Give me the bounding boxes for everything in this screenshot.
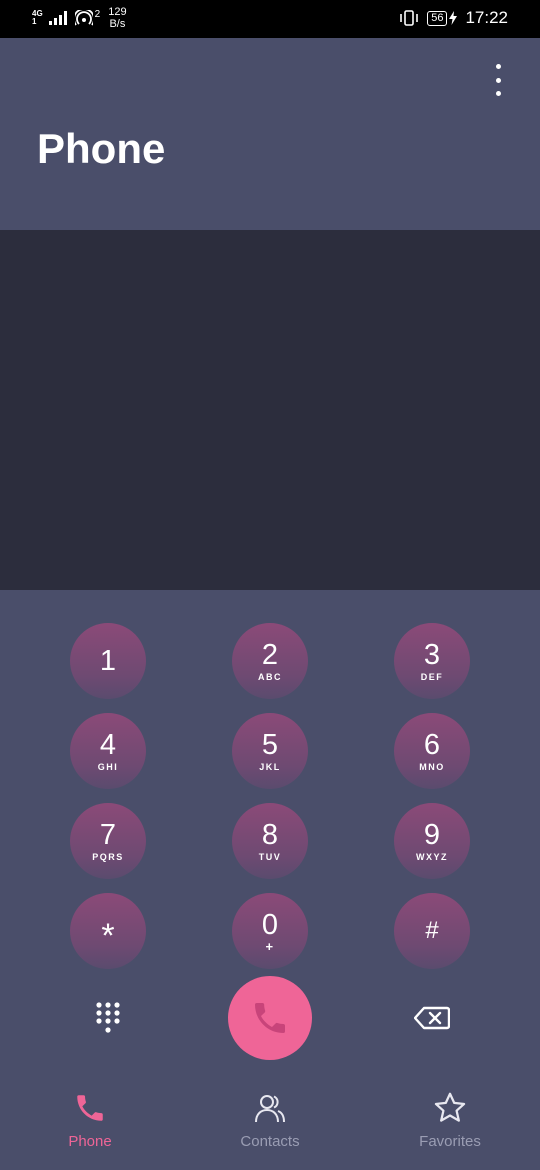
star-icon <box>432 1090 468 1126</box>
nav-item-contacts[interactable]: Contacts <box>200 1090 340 1160</box>
key-letters: MNO <box>419 762 445 772</box>
key-digit: * <box>101 917 115 955</box>
key-digit: 3 <box>423 639 441 671</box>
dial-key-5[interactable]: 5 JKL <box>232 713 308 789</box>
battery-level: 56 <box>427 10 448 26</box>
key-letters: + <box>265 939 275 954</box>
contacts-icon <box>252 1090 288 1126</box>
dial-key-star[interactable]: * <box>70 893 146 969</box>
signal-icon <box>48 11 67 25</box>
key-digit: 2 <box>261 639 279 671</box>
call-button[interactable] <box>228 976 312 1060</box>
dial-key-8[interactable]: 8 TUV <box>232 803 308 879</box>
key-digit: 7 <box>99 819 117 851</box>
key-digit: # <box>425 917 439 944</box>
page-title: Phone <box>37 125 166 172</box>
status-right: 56 17:22 <box>399 8 508 28</box>
speed-unit: B/s <box>109 18 126 30</box>
dial-key-2[interactable]: 2 ABC <box>232 623 308 699</box>
dial-key-1[interactable]: 1 <box>70 623 146 699</box>
key-letters: GHI <box>97 762 119 772</box>
status-bar: 4G 1 2 129 B/s 56 17:22 <box>0 0 540 38</box>
charging-icon <box>449 11 458 25</box>
status-left: 4G 1 2 129 B/s <box>32 6 127 30</box>
key-digit: 1 <box>99 645 117 677</box>
key-digit: 6 <box>423 729 441 761</box>
key-digit: 9 <box>423 819 441 851</box>
nav-label-phone: Phone <box>68 1133 112 1150</box>
more-vertical-icon[interactable] <box>486 64 510 96</box>
dial-key-9[interactable]: 9 WXYZ <box>394 803 470 879</box>
hotspot-count: 2 <box>94 8 101 20</box>
dial-key-3[interactable]: 3 DEF <box>394 623 470 699</box>
key-letters: WXYZ <box>416 852 448 862</box>
number-display <box>0 230 540 590</box>
clock: 17:22 <box>465 8 508 27</box>
nav-label-contacts: Contacts <box>240 1133 300 1150</box>
key-letters: TUV <box>258 852 282 862</box>
network-speed: 129 B/s <box>108 6 126 30</box>
dial-key-0[interactable]: 0 + <box>232 893 308 969</box>
dial-key-7[interactable]: 7 PQRS <box>70 803 146 879</box>
network-sub: 1 <box>32 17 37 26</box>
nav-label-favorites: Favorites <box>419 1133 481 1150</box>
key-letters: JKL <box>259 762 281 772</box>
app-bar: Phone <box>0 38 540 230</box>
dial-key-hash[interactable]: # <box>394 893 470 969</box>
key-digit: 8 <box>261 819 279 851</box>
nav-item-favorites[interactable]: Favorites <box>380 1090 520 1160</box>
phone-icon <box>255 1003 285 1033</box>
action-row <box>0 976 540 1062</box>
nav-item-phone[interactable]: Phone <box>20 1090 160 1160</box>
key-digit: 5 <box>261 729 279 761</box>
bottom-nav: Phone Contacts Favorites <box>0 1090 540 1170</box>
backspace-icon[interactable] <box>414 1006 450 1030</box>
dialpad-icon[interactable] <box>95 1001 121 1035</box>
key-digit: 4 <box>99 729 117 761</box>
key-letters: ABC <box>258 672 282 682</box>
phone-icon <box>72 1090 108 1126</box>
key-letters: PQRS <box>92 852 124 862</box>
dial-key-6[interactable]: 6 MNO <box>394 713 470 789</box>
key-digit: 0 <box>261 909 279 941</box>
dial-key-4[interactable]: 4 GHI <box>70 713 146 789</box>
key-letters: DEF <box>420 672 444 682</box>
hotspot-icon <box>74 10 93 26</box>
vibrate-icon <box>400 10 419 26</box>
dialpad: 1 2 ABC 3 DEF 4 GHI 5 JKL 6 MNO 7 PQRS 8… <box>0 590 540 980</box>
speed-value: 129 <box>108 6 127 18</box>
network-indicator: 4G 1 <box>32 10 43 26</box>
